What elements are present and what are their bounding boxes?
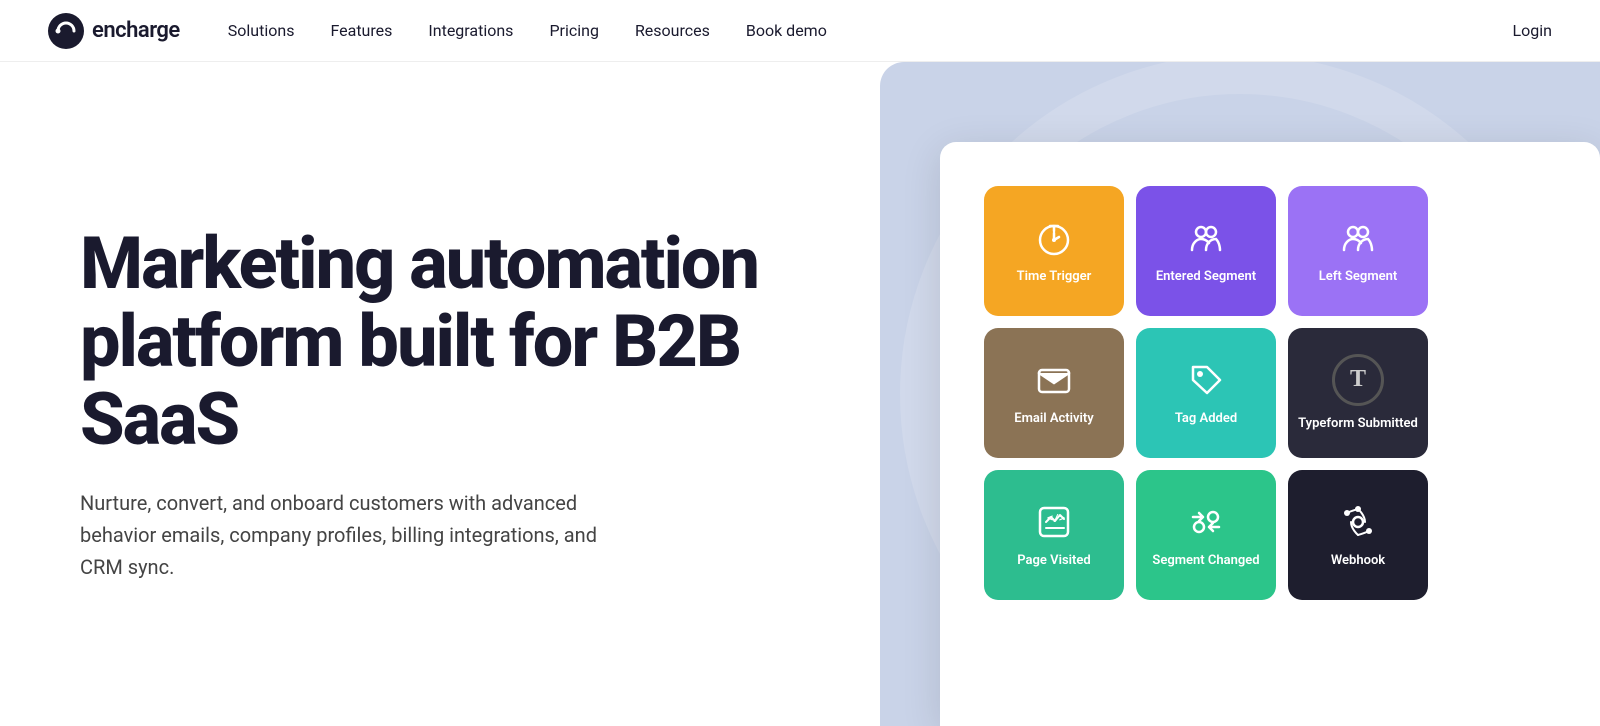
tile-page-visited-label: Page Visited — [1017, 553, 1090, 570]
login-link[interactable]: Login — [1513, 21, 1552, 40]
tile-segment-changed-label: Segment Changed — [1152, 553, 1259, 570]
tile-segment-changed[interactable]: Segment Changed — [1136, 470, 1276, 600]
tile-email-activity-label: Email Activity — [1014, 411, 1094, 428]
nav-book-demo[interactable]: Book demo — [746, 21, 827, 40]
hero-heading: Marketing automation platform built for … — [80, 225, 832, 458]
nav-solutions[interactable]: Solutions — [228, 21, 295, 40]
hero-right: Time Trigger Entered Segment — [880, 62, 1600, 726]
tile-tag-added-label: Tag Added — [1175, 411, 1237, 428]
tile-grid: Time Trigger Entered Segment — [984, 186, 1576, 600]
logo[interactable]: encharge — [48, 13, 180, 49]
typeform-circle-icon: T — [1332, 354, 1384, 406]
tile-webhook[interactable]: Webhook — [1288, 470, 1428, 600]
nav-links: Solutions Features Integrations Pricing … — [228, 21, 1513, 40]
hero-left: Marketing automation platform built for … — [0, 62, 880, 726]
nav-integrations[interactable]: Integrations — [428, 21, 513, 40]
hero-subtext: Nurture, convert, and onboard customers … — [80, 487, 640, 583]
tile-email-activity[interactable]: Email Activity — [984, 328, 1124, 458]
tile-entered-segment[interactable]: Entered Segment — [1136, 186, 1276, 316]
tile-page-visited[interactable]: </> Page Visited — [984, 470, 1124, 600]
logo-text: encharge — [92, 18, 180, 43]
ui-card: Time Trigger Entered Segment — [940, 142, 1600, 726]
tile-left-segment-label: Left Segment — [1319, 269, 1397, 286]
tile-typeform-label: Typeform Submitted — [1298, 416, 1418, 433]
tile-left-segment[interactable]: Left Segment — [1288, 186, 1428, 316]
svg-text:</>: </> — [1047, 513, 1065, 524]
tile-webhook-label: Webhook — [1331, 553, 1385, 570]
nav-resources[interactable]: Resources — [635, 21, 710, 40]
tile-time-trigger[interactable]: Time Trigger — [984, 186, 1124, 316]
hero-section: Marketing automation platform built for … — [0, 62, 1600, 726]
nav-features[interactable]: Features — [330, 21, 392, 40]
tile-tag-added[interactable]: Tag Added — [1136, 328, 1276, 458]
tile-time-trigger-label: Time Trigger — [1017, 269, 1092, 286]
tile-entered-segment-label: Entered Segment — [1156, 269, 1256, 286]
navbar: encharge Solutions Features Integrations… — [0, 0, 1600, 62]
nav-pricing[interactable]: Pricing — [549, 21, 599, 40]
tile-typeform-submitted[interactable]: T Typeform Submitted — [1288, 328, 1428, 458]
